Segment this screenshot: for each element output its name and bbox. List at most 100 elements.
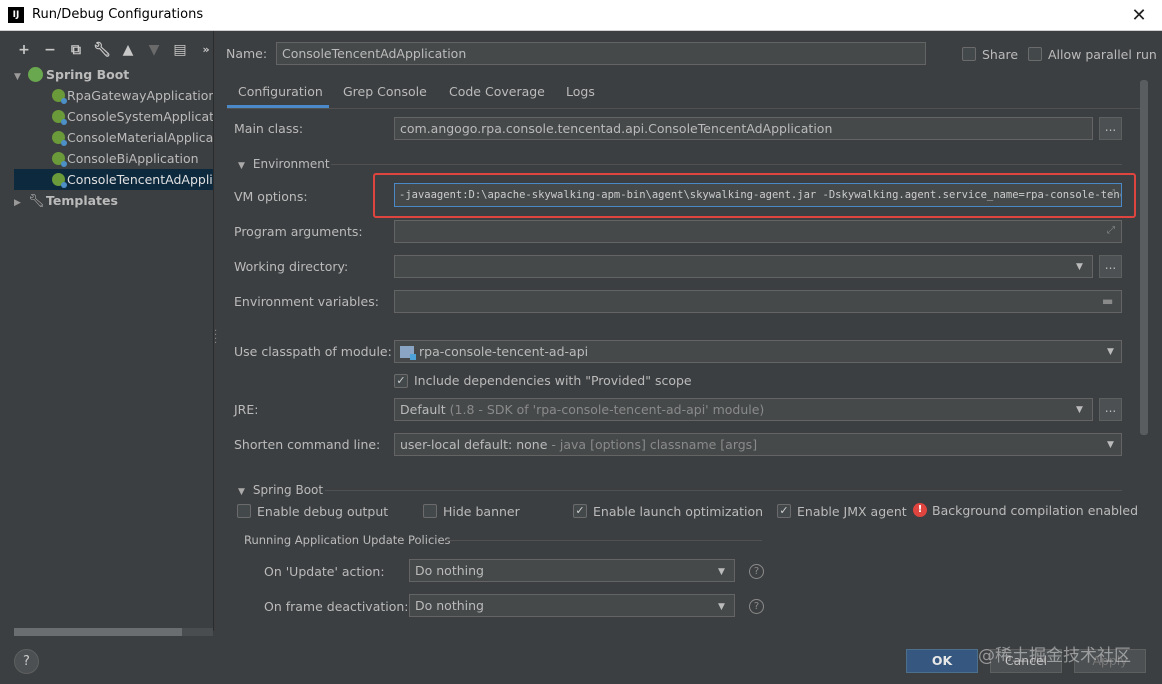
scrollbar-thumb[interactable]	[1140, 80, 1148, 435]
share-label: Share	[982, 47, 1019, 62]
section-divider	[331, 164, 1122, 165]
tree-toolbar: + − ⧉ 🔧︎ ▲ ▼ ▤ »	[14, 40, 216, 60]
working-directory-browse-button[interactable]: ...	[1099, 255, 1122, 278]
splitter-grip-icon[interactable]: · · · ·	[214, 327, 217, 349]
vm-options-label: VM options:	[234, 189, 308, 204]
highlight-annotation-box	[373, 173, 1136, 218]
tree-item-3[interactable]: ConsoleBiApplication	[52, 148, 213, 169]
arrow-down-icon[interactable]: ▼	[144, 40, 164, 60]
shorten-command-line-select[interactable]: user-local default: none - java [options…	[394, 433, 1122, 456]
update-policies-heading: Running Application Update Policies	[244, 533, 451, 547]
intellij-app-icon: IJ	[8, 7, 24, 23]
watermark-text: @稀土掘金技术社区	[978, 646, 1131, 666]
tree-node-spring-boot[interactable]: ▼ Spring Boot	[14, 64, 213, 85]
tree-item-1[interactable]: ConsoleSystemApplication	[52, 106, 213, 127]
background-compilation-text: Background compilation enabled	[932, 503, 1139, 518]
chevron-down-icon[interactable]: ▼	[718, 567, 725, 577]
wrench-icon[interactable]: 🔧︎	[92, 40, 112, 60]
environment-variables-field[interactable]	[394, 290, 1122, 313]
jre-browse-button[interactable]: ...	[1099, 398, 1122, 421]
enable-debug-output-checkbox[interactable]	[237, 504, 251, 518]
chevron-right-icon[interactable]: ▶	[14, 193, 28, 211]
enable-launch-optimization-checkbox[interactable]: ✓	[573, 504, 587, 518]
on-frame-deactivation-select[interactable]: Do nothing	[409, 594, 735, 617]
include-dependencies-label: Include dependencies with "Provided" sco…	[414, 373, 692, 388]
warning-icon: !	[913, 503, 927, 517]
add-icon[interactable]: +	[14, 40, 34, 60]
spring-boot-icon	[28, 67, 43, 82]
name-field[interactable]: ConsoleTencentAdApplication	[276, 42, 926, 65]
chevron-down-icon[interactable]: ▼	[1076, 405, 1083, 415]
name-label: Name:	[226, 46, 268, 61]
title-bar: IJ Run/Debug Configurations ✕	[0, 0, 1162, 31]
tab-code-coverage[interactable]: Code Coverage	[449, 79, 545, 108]
enable-jmx-agent-checkbox[interactable]: ✓	[777, 504, 791, 518]
close-window-button[interactable]: ✕	[1116, 0, 1162, 31]
main-class-field[interactable]: com.angogo.rpa.console.tencentad.api.Con…	[394, 117, 1093, 140]
classpath-module-select[interactable]: rpa-console-tencent-ad-api	[394, 340, 1122, 363]
working-directory-label: Working directory:	[234, 259, 349, 274]
copy-icon[interactable]: ⧉	[66, 40, 86, 60]
tree-item-2[interactable]: ConsoleMaterialApplication	[52, 127, 213, 148]
hide-banner-label: Hide banner	[443, 504, 520, 519]
help-icon[interactable]: ?	[749, 564, 764, 579]
spring-app-icon	[52, 131, 67, 146]
remove-icon[interactable]: −	[40, 40, 60, 60]
wrench-icon: 🔧︎	[28, 194, 45, 209]
ok-button[interactable]: OK	[906, 649, 978, 673]
allow-parallel-run-label: Allow parallel run	[1048, 47, 1157, 62]
chevron-down-icon[interactable]: ▼	[1076, 262, 1083, 272]
program-arguments-field[interactable]	[394, 220, 1122, 243]
module-icon	[400, 346, 416, 360]
window-title: Run/Debug Configurations	[32, 7, 204, 22]
arrow-up-icon[interactable]: ▲	[118, 40, 138, 60]
tree-item-0[interactable]: RpaGatewayApplication	[52, 85, 213, 106]
on-update-label: On 'Update' action:	[264, 564, 385, 579]
folder-icon[interactable]: ▬	[1102, 294, 1113, 308]
tree-horizontal-scrollbar[interactable]	[14, 628, 213, 636]
chevron-down-icon[interactable]: ▼	[1107, 347, 1114, 357]
folder-icon[interactable]: ▤	[170, 40, 190, 60]
section-divider	[325, 490, 1122, 491]
help-button[interactable]: ?	[14, 649, 39, 674]
chevron-down-icon[interactable]: ▼	[1107, 440, 1114, 450]
enable-debug-output-label: Enable debug output	[257, 504, 389, 519]
spring-app-icon	[52, 173, 67, 188]
dialog-button-bar: ? OK Cancel Apply @稀土掘金技术社区	[0, 641, 1162, 684]
main-class-label: Main class:	[234, 121, 304, 136]
shorten-command-line-label: Shorten command line:	[234, 437, 381, 452]
tab-configuration[interactable]: Configuration	[227, 79, 329, 108]
enable-launch-optimization-label: Enable launch optimization	[593, 504, 764, 519]
main-class-browse-button[interactable]: ...	[1099, 117, 1122, 140]
classpath-module-label: Use classpath of module:	[234, 344, 392, 359]
working-directory-field[interactable]	[394, 255, 1093, 278]
help-icon[interactable]: ?	[749, 599, 764, 614]
config-vertical-scrollbar[interactable]	[1140, 80, 1148, 630]
program-arguments-label: Program arguments:	[234, 224, 363, 239]
tab-divider	[227, 108, 1142, 109]
jre-label: JRE:	[234, 402, 259, 417]
spring-boot-section[interactable]: ▼ Spring Boot	[238, 483, 323, 497]
share-checkbox[interactable]	[962, 47, 976, 61]
tab-logs[interactable]: Logs	[566, 79, 595, 108]
chevron-down-icon[interactable]: ▼	[14, 67, 28, 85]
chevron-down-icon: ▼	[238, 487, 245, 497]
tree-item-4-selected[interactable]: ConsoleTencentAdApplication	[14, 169, 213, 190]
allow-parallel-run-checkbox[interactable]	[1028, 47, 1042, 61]
tab-grep-console[interactable]: Grep Console	[343, 79, 427, 108]
expand-icon[interactable]: ⤢	[1107, 225, 1115, 236]
config-tree: ▼ Spring Boot RpaGatewayApplication Conso…	[14, 62, 213, 628]
environment-section[interactable]: ▼ Environment	[238, 157, 330, 171]
chevron-down-icon: ▼	[238, 161, 245, 171]
scrollbar-thumb[interactable]	[14, 628, 182, 636]
jre-select[interactable]: Default (1.8 - SDK of 'rpa-console-tence…	[394, 398, 1093, 421]
tree-node-templates[interactable]: ▶ 🔧︎Templates	[14, 190, 213, 211]
on-update-select[interactable]: Do nothing	[409, 559, 735, 582]
chevron-down-icon[interactable]: ▼	[718, 602, 725, 612]
hide-banner-checkbox[interactable]	[423, 504, 437, 518]
include-dependencies-checkbox[interactable]: ✓	[394, 374, 408, 388]
section-divider	[444, 540, 762, 541]
config-tree-panel: + − ⧉ 🔧︎ ▲ ▼ ▤ » ▼ Spring Boot RpaGateway…	[0, 31, 213, 641]
environment-variables-label: Environment variables:	[234, 294, 379, 309]
spring-app-icon	[52, 110, 67, 125]
